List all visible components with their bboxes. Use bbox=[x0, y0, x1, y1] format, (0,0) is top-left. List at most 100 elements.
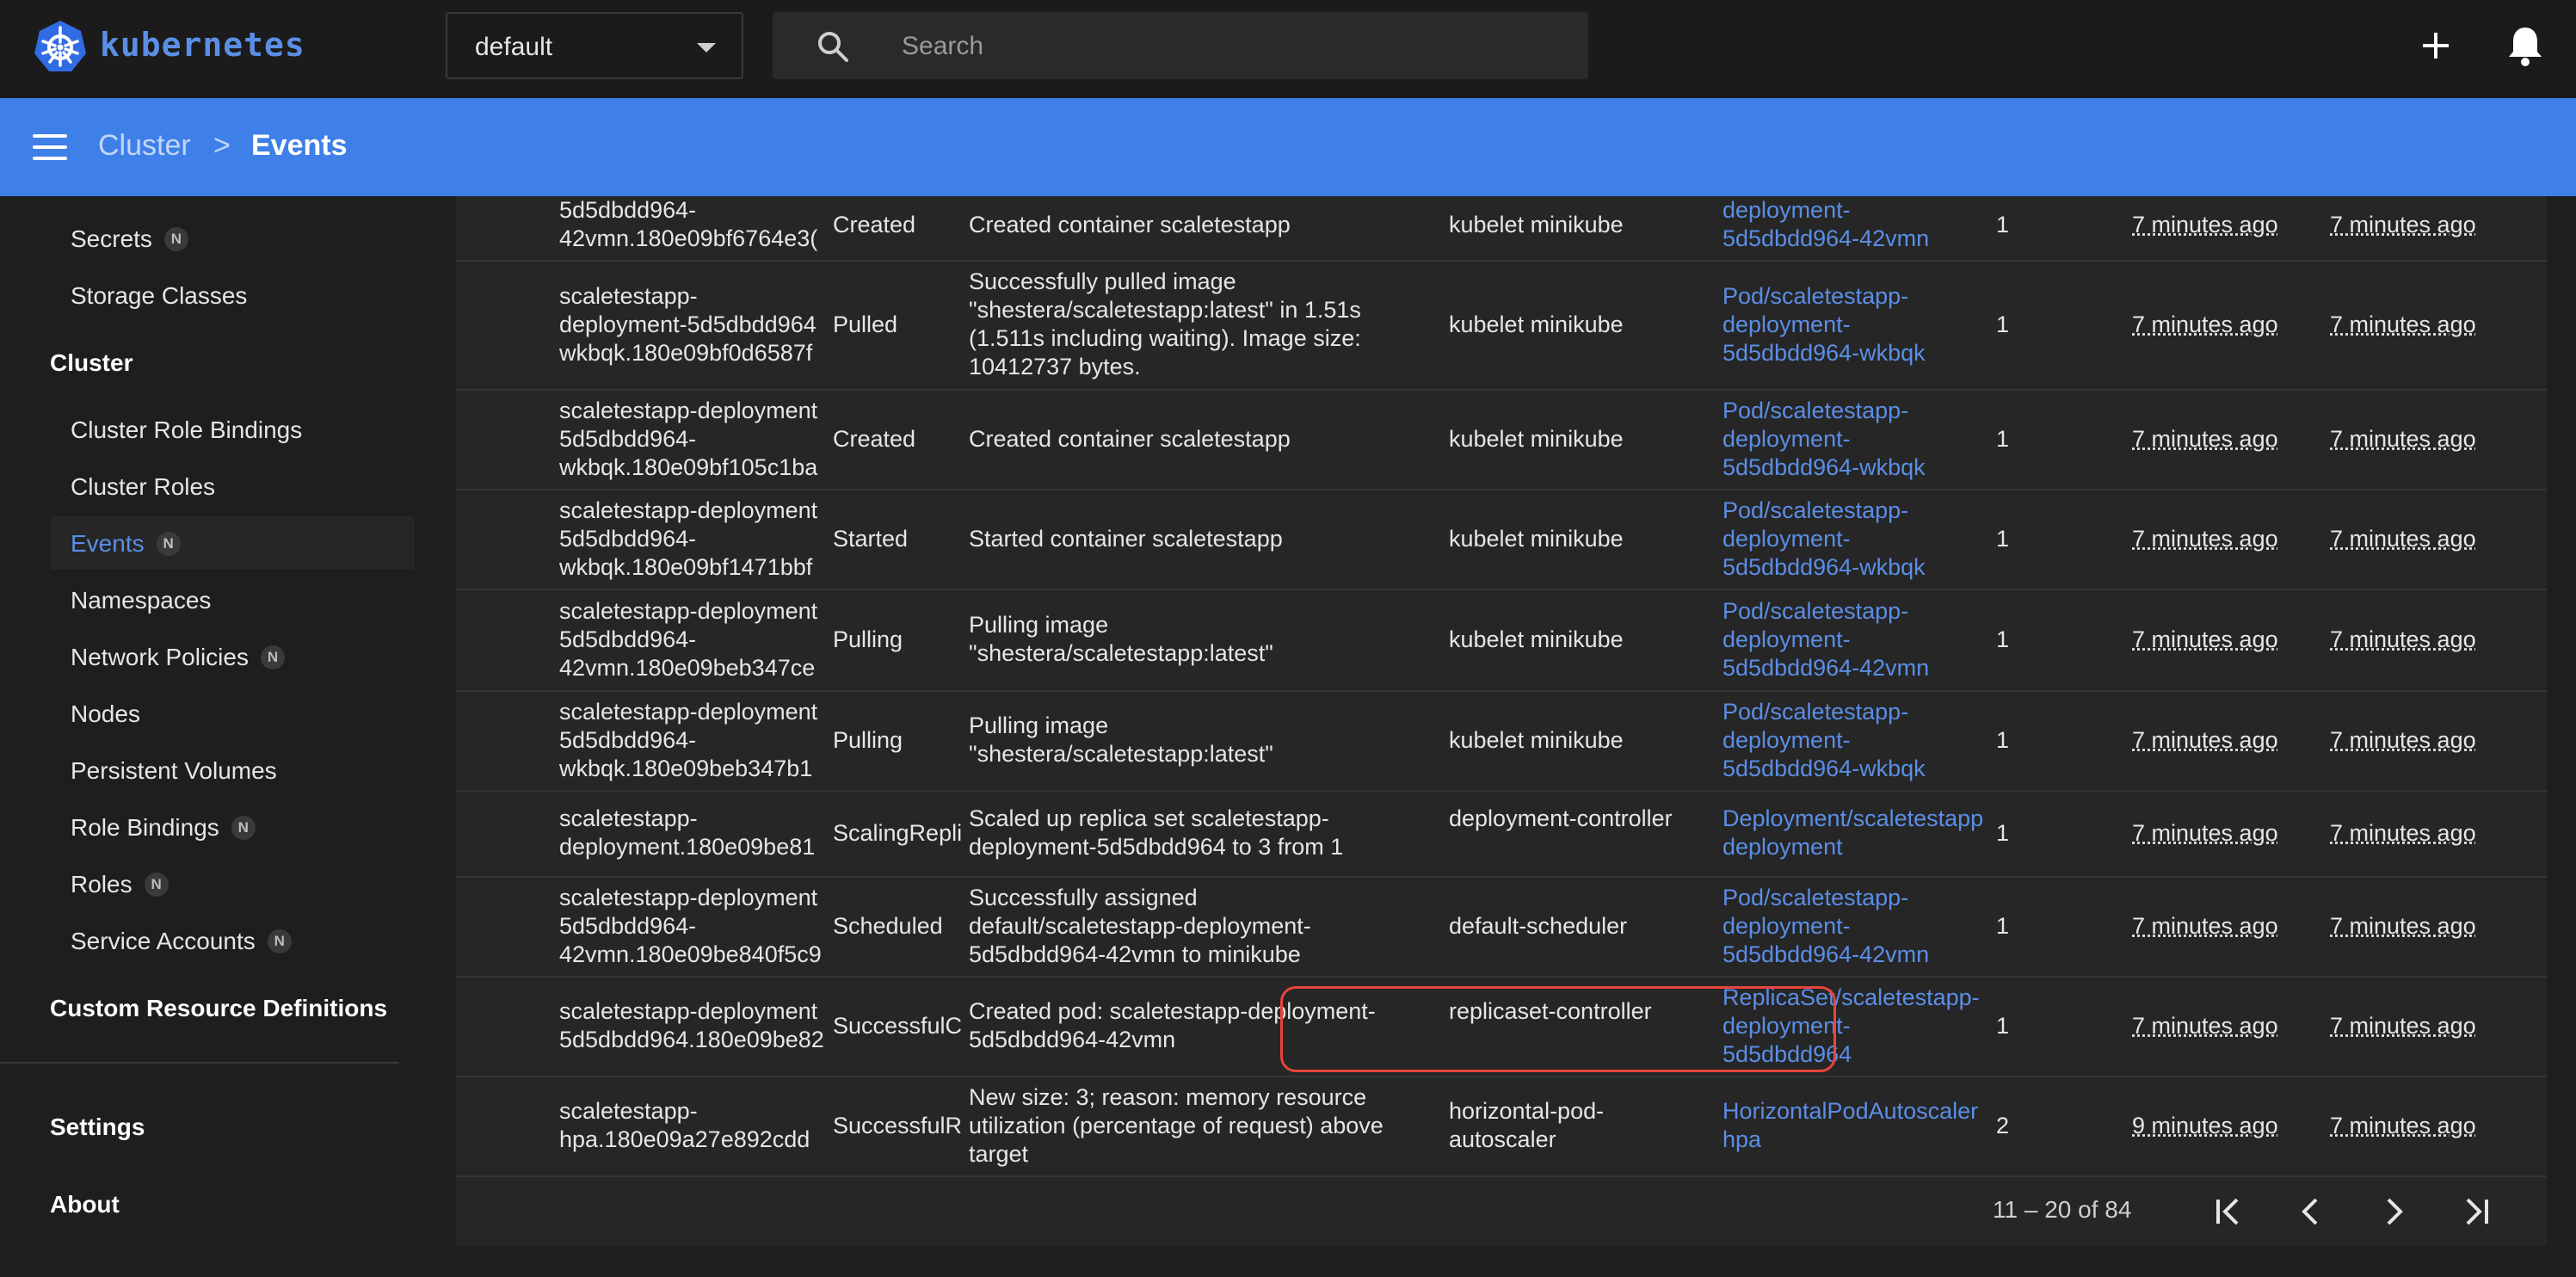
sidebar-item-service-accounts[interactable]: Service Accounts N bbox=[71, 928, 292, 955]
next-page-icon[interactable] bbox=[2375, 1193, 2413, 1231]
event-object-link[interactable]: Pod/scaletestapp-deployment- 5d5dbdd964-w… bbox=[1722, 397, 1989, 482]
event-reason: Created bbox=[833, 425, 916, 452]
sidebar-item-cluster-roles[interactable]: Cluster Roles bbox=[71, 473, 215, 501]
breadcrumb-cluster[interactable]: Cluster bbox=[98, 129, 191, 163]
table-row[interactable]: scaletestapp-deployment 5d5dbdd964- 42vmn.… bbox=[456, 589, 2547, 692]
event-count: 1 bbox=[1996, 211, 2010, 238]
event-object-link[interactable]: HorizontalPodAutoscaler hpa bbox=[1722, 1097, 1989, 1154]
event-last-seen: 7 minutes ago bbox=[2330, 311, 2476, 337]
event-first-seen: 7 minutes ago bbox=[2132, 912, 2278, 939]
sidebar-item-roles[interactable]: Roles N bbox=[71, 871, 169, 898]
sidebar-item-label: Secrets bbox=[71, 225, 152, 252]
sidebar-item-namespaces[interactable]: Namespaces bbox=[71, 587, 211, 614]
event-last-seen: 7 minutes ago bbox=[2330, 626, 2476, 652]
table-row[interactable]: scaletestapp-deployment 5d5dbdd964- wkbqk.… bbox=[456, 389, 2547, 490]
event-name: 5d5dbdd964- 42vmn.180e09bf6764e3( bbox=[559, 197, 818, 251]
event-last-seen: 7 minutes ago bbox=[2330, 1012, 2476, 1039]
table-row[interactable]: scaletestapp-deployment.180e09be81 Scalin… bbox=[456, 790, 2547, 878]
sidebar-item-persistent-volumes[interactable]: Persistent Volumes bbox=[71, 757, 277, 785]
sidebar-item-label: Role Bindings bbox=[71, 814, 219, 841]
namespace-value: default bbox=[475, 33, 553, 61]
first-page-icon[interactable] bbox=[2209, 1193, 2247, 1231]
event-message: Created container scaletestapp bbox=[969, 211, 1291, 238]
event-reason: SuccessfulC bbox=[833, 1012, 962, 1039]
sidebar-item-events[interactable]: Events N bbox=[71, 530, 181, 558]
table-row[interactable]: scaletestapp-hpa.180e09a27e892cdd Success… bbox=[456, 1076, 2547, 1177]
add-icon[interactable] bbox=[2416, 26, 2456, 65]
event-last-seen: 7 minutes ago bbox=[2330, 1112, 2476, 1138]
event-object-link[interactable]: Pod/scaletestapp-deployment- 5d5dbdd964-4… bbox=[1722, 597, 1989, 682]
menu-icon[interactable] bbox=[33, 134, 67, 160]
sidebar-item-label: Namespaces bbox=[71, 587, 212, 614]
event-message: Pulling image "shestera/scaletestapp:lat… bbox=[969, 713, 1273, 767]
sidebar-item-label: Network Policies bbox=[71, 644, 249, 670]
table-row[interactable]: 5d5dbdd964- 42vmn.180e09bf6764e3( Created C… bbox=[456, 189, 2547, 262]
breadcrumb-current: Events bbox=[251, 129, 348, 162]
table-row[interactable]: scaletestapp-deployment 5d5dbdd964- wkbqk.… bbox=[456, 690, 2547, 792]
sidebar-item-network-policies[interactable]: Network Policies N bbox=[71, 644, 285, 671]
new-badge: N bbox=[231, 816, 256, 840]
event-count: 1 bbox=[1996, 819, 2010, 846]
sidebar-item-storage-classes[interactable]: Storage Classes bbox=[71, 282, 247, 310]
table-row[interactable]: scaletestapp-deployment-5d5dbdd964 wkbqk.… bbox=[456, 260, 2547, 391]
sidebar-item-label: Storage Classes bbox=[71, 282, 248, 309]
event-source: default-scheduler bbox=[1449, 912, 1628, 939]
chevron-right-icon: > bbox=[213, 129, 231, 162]
kubernetes-logo-icon[interactable] bbox=[33, 19, 88, 74]
event-count: 1 bbox=[1996, 525, 2010, 552]
event-object-link[interactable]: Pod/scaletestapp-deployment- 5d5dbdd964-w… bbox=[1722, 698, 1989, 783]
event-count: 1 bbox=[1996, 311, 2010, 337]
sidebar-item-cluster-role-bindings[interactable]: Cluster Role Bindings bbox=[71, 416, 302, 444]
sidebar-item-label: Cluster Roles bbox=[71, 473, 216, 500]
event-object-link[interactable]: Pod/scaletestapp-deployment- 5d5dbdd964-w… bbox=[1722, 282, 1989, 367]
event-name: scaletestapp-deployment 5d5dbdd964.180e09… bbox=[559, 998, 824, 1052]
sidebar-item-nodes[interactable]: Nodes bbox=[71, 700, 140, 728]
event-last-seen: 7 minutes ago bbox=[2330, 425, 2476, 452]
event-message: Successfully assigned default/scaletesta… bbox=[969, 884, 1311, 967]
event-object-link[interactable]: Pod/scaletestapp-deployment- 5d5dbdd964-4… bbox=[1722, 884, 1989, 969]
event-source: kubelet minikube bbox=[1449, 525, 1624, 552]
namespace-select[interactable]: default bbox=[446, 12, 743, 79]
chevron-down-icon bbox=[697, 43, 716, 52]
table-row[interactable]: scaletestapp-deployment 5d5dbdd964- 42vmn.… bbox=[456, 876, 2547, 978]
event-reason: Started bbox=[833, 525, 909, 552]
event-count: 1 bbox=[1996, 912, 2010, 939]
event-source: kubelet minikube bbox=[1449, 425, 1624, 452]
event-first-seen: 7 minutes ago bbox=[2132, 525, 2278, 552]
sidebar: Secrets N Storage Classes Cluster Cluste… bbox=[0, 196, 430, 1277]
event-name: scaletestapp-deployment 5d5dbdd964- wkbqk.… bbox=[559, 698, 818, 781]
table-row[interactable]: scaletestapp-deployment 5d5dbdd964- wkbqk.… bbox=[456, 489, 2547, 590]
event-count: 1 bbox=[1996, 1012, 2010, 1039]
event-reason: ScalingRepli bbox=[833, 819, 962, 846]
sidebar-item-label: Service Accounts bbox=[71, 928, 256, 954]
sidebar-item-role-bindings[interactable]: Role Bindings N bbox=[71, 814, 256, 842]
new-badge: N bbox=[163, 227, 188, 251]
event-object-link[interactable]: Deployment/scaletestapp deployment bbox=[1722, 805, 1989, 861]
sidebar-item-secrets[interactable]: Secrets N bbox=[71, 225, 188, 253]
search-box[interactable] bbox=[773, 12, 1588, 81]
search-input[interactable] bbox=[900, 12, 1557, 81]
event-reason: Pulling bbox=[833, 626, 903, 652]
event-name: scaletestapp-deployment 5d5dbdd964- 42vmn.… bbox=[559, 597, 818, 681]
sidebar-item-settings[interactable]: Settings bbox=[50, 1114, 145, 1141]
new-badge: N bbox=[156, 532, 181, 556]
event-object-link[interactable]: Pod/scaletestapp-deployment- 5d5dbdd964-w… bbox=[1722, 497, 1989, 582]
event-message: Started container scaletestapp bbox=[969, 525, 1283, 552]
sidebar-item-custom-resource-definitions[interactable]: Custom Resource Definitions bbox=[50, 995, 387, 1022]
sidebar-heading-cluster[interactable]: Cluster bbox=[50, 349, 132, 377]
bell-icon[interactable] bbox=[2505, 24, 2545, 67]
events-table: 5d5dbdd964- 42vmn.180e09bf6764e3( Created C… bbox=[456, 196, 2547, 1246]
last-page-icon[interactable] bbox=[2457, 1193, 2495, 1231]
top-app-bar: kubernetes default bbox=[0, 0, 2576, 98]
event-count: 2 bbox=[1996, 1112, 2010, 1138]
new-badge: N bbox=[144, 873, 169, 897]
event-reason: Created bbox=[833, 211, 916, 238]
event-first-seen: 9 minutes ago bbox=[2132, 1112, 2278, 1138]
event-count: 1 bbox=[1996, 425, 2010, 452]
event-source: kubelet minikube bbox=[1449, 311, 1624, 337]
new-badge: N bbox=[260, 645, 285, 669]
event-object-link[interactable]: deployment- 5d5dbdd964-42vmn bbox=[1722, 196, 1989, 253]
sidebar-item-about[interactable]: About bbox=[50, 1191, 120, 1218]
previous-page-icon[interactable] bbox=[2292, 1193, 2330, 1231]
sidebar-item-label: Persistent Volumes bbox=[71, 757, 277, 784]
